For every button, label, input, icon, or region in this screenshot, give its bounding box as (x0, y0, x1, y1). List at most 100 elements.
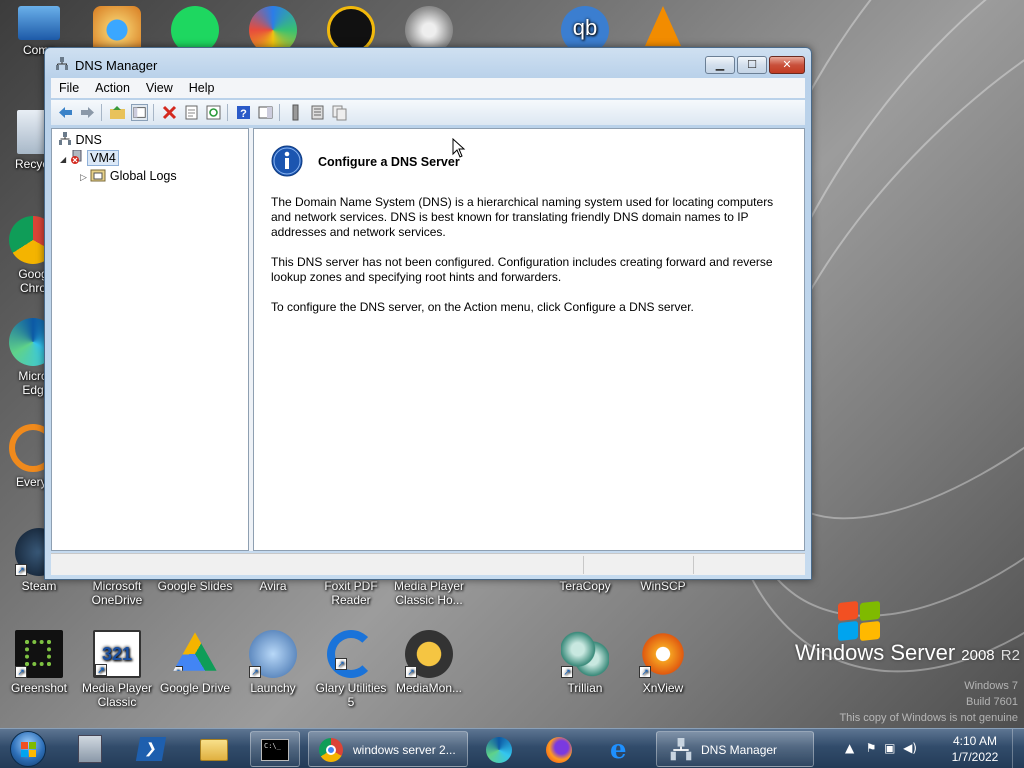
xnview-icon: ↗ (639, 630, 687, 678)
menu-action[interactable]: Action (87, 78, 138, 98)
tree-node-global-logs[interactable]: ▷ Global Logs (80, 168, 177, 183)
mouse-cursor-icon (452, 138, 466, 158)
start-button[interactable] (4, 729, 52, 768)
server-icon[interactable] (287, 104, 304, 121)
menu-file[interactable]: File (51, 78, 87, 98)
delete-icon[interactable] (161, 104, 178, 121)
greenshot-icon: ↗ (15, 630, 63, 678)
desktop-icon-label: Greenshot (10, 681, 68, 695)
refresh-icon[interactable] (205, 104, 222, 121)
tree-node-dns[interactable]: DNS (58, 132, 102, 147)
windows-server-branding: Windows Server 2008 R2 (795, 640, 1020, 666)
close-button[interactable]: ✕ (769, 56, 805, 74)
windows-flag-logo (838, 600, 882, 642)
google-drive-icon: ↗ (173, 632, 217, 671)
desktop-icon-label: WinSCP (640, 579, 686, 593)
edge-icon (486, 737, 512, 763)
status-segment (693, 556, 805, 574)
mpc-classic-icon: 321 ↗ (93, 630, 141, 678)
forward-arrow-icon[interactable] (79, 104, 96, 121)
maximize-button[interactable]: ☐ (737, 56, 767, 74)
list-icon[interactable] (309, 104, 326, 121)
title-bar[interactable]: DNS Manager ▁ ☐ ✕ (45, 48, 811, 80)
taskbar-server-manager[interactable] (68, 731, 114, 767)
desktop-icon-onedrive[interactable]: Microsoft OneDrive (78, 579, 156, 607)
menu-help[interactable]: Help (181, 78, 223, 98)
console-tree[interactable]: DNS ◢ VM4 ▷ Global Logs (51, 128, 249, 551)
computer-icon (18, 6, 60, 40)
clock-date: 1/7/2022 (951, 750, 999, 764)
desktop-icon-google-slides[interactable]: Google Slides (156, 579, 234, 593)
menu-view[interactable]: View (138, 78, 181, 98)
branding-version: 2008 (961, 647, 995, 664)
taskbar-powershell[interactable]: ❯ (128, 731, 174, 767)
desktop-icon-xnview[interactable]: ↗ XnView (624, 630, 702, 695)
desktop-icon-winscp[interactable]: WinSCP (624, 579, 702, 593)
help-icon[interactable]: ? (235, 104, 252, 121)
toolbar-separator (279, 104, 280, 121)
server-error-icon (70, 149, 82, 164)
tree-node-vm4[interactable]: ◢ VM4 (60, 149, 119, 166)
info-icon (271, 145, 303, 177)
desktop-icon-label: MediaMon... (395, 681, 463, 695)
taskbar-cmd[interactable]: C:\_ (250, 731, 300, 767)
desktop-icon-label: Google Drive (159, 681, 231, 695)
desktop-icon-label: Media Player Classic (81, 681, 153, 709)
show-hide-console-tree-icon[interactable] (131, 104, 148, 121)
taskbar-dns-manager[interactable]: DNS Manager (656, 731, 814, 767)
taskbar: ❯ C:\_ windows server 2... e DNS Manager… (0, 728, 1024, 768)
dns-app-icon (670, 738, 692, 761)
desktop-icon-greenshot[interactable]: ↗ Greenshot (0, 630, 78, 695)
desktop-icon-trillian[interactable]: ↗ Trillian (546, 630, 624, 695)
desktop-icon-foxit[interactable]: Foxit PDF Reader (312, 579, 390, 607)
show-action-pane-icon[interactable] (257, 104, 274, 121)
content-paragraph: To configure the DNS server, on the Acti… (271, 300, 694, 314)
desktop-icon-avira[interactable]: Avira (234, 579, 312, 593)
tree-label-selected: VM4 (87, 150, 119, 166)
properties-icon[interactable] (183, 104, 200, 121)
action-center-flag-icon[interactable]: ⚑ (866, 741, 877, 755)
desktop-icon-mpc-hc[interactable]: Media Player Classic Ho... (390, 579, 468, 607)
taskbar-explorer[interactable] (188, 731, 240, 767)
chrome-icon (319, 738, 343, 762)
up-folder-icon[interactable] (109, 104, 126, 121)
desktop-icon-glary[interactable]: ↗ Glary Utilities 5 (312, 630, 390, 709)
menu-bar: File Action View Help (51, 78, 805, 98)
desktop-icon-mediamonkey[interactable]: ↗ MediaMon... (390, 630, 468, 695)
desktop-icon-vlc[interactable] (624, 6, 702, 49)
desktop-icon-label: XnView (642, 681, 684, 695)
desktop-icon-teracopy[interactable]: TeraCopy (546, 579, 624, 593)
volume-icon[interactable]: ◀) (903, 741, 917, 755)
minimize-button[interactable]: ▁ (705, 56, 735, 74)
taskbar-chrome[interactable]: windows server 2... (308, 731, 468, 767)
collapsed-triangle-icon[interactable]: ▷ (80, 172, 87, 182)
branding-name: Windows Server (795, 640, 956, 665)
desktop-icon-label: Google Slides (157, 579, 233, 593)
windows-orb-icon (10, 731, 46, 767)
desktop-icon-label: Glary Utilities 5 (315, 681, 387, 709)
details-pane: Configure a DNS Server The Domain Name S… (253, 128, 805, 551)
powershell-icon: ❯ (135, 737, 167, 761)
dns-node-icon (59, 132, 71, 145)
desktop-icon-launchy[interactable]: ↗ Launchy (234, 630, 312, 695)
desktop-icon-mpc[interactable]: 321 ↗ Media Player Classic (78, 630, 156, 709)
back-arrow-icon[interactable] (57, 104, 74, 121)
mediamonkey-icon: ↗ (405, 630, 453, 678)
tree-label: DNS (75, 133, 102, 147)
system-clock[interactable]: 4:10 AM 1/7/2022 (940, 733, 1010, 765)
dns-manager-window[interactable]: DNS Manager ▁ ☐ ✕ File Action View Help ? D… (44, 47, 812, 580)
watermark-line: Windows 7 (964, 680, 1018, 692)
desktop-icon-label: Microsoft OneDrive (91, 579, 143, 607)
folder-icon (200, 739, 228, 761)
taskbar-edge[interactable] (474, 731, 524, 767)
trillian-icon: ↗ (561, 630, 609, 678)
expand-triangle-icon[interactable]: ◢ (60, 155, 66, 164)
taskbar-firefox[interactable] (534, 731, 584, 767)
taskbar-internet-explorer[interactable]: e (596, 731, 650, 767)
show-desktop-button[interactable] (1012, 729, 1024, 768)
copy-icon[interactable] (331, 104, 348, 121)
network-icon[interactable]: ▣ (884, 741, 895, 755)
desktop-icon-google-drive[interactable]: ↗ Google Drive (156, 630, 234, 695)
taskbar-chrome-label: windows server 2... (353, 743, 456, 757)
show-hidden-icons-icon[interactable]: ▲ (845, 741, 854, 755)
